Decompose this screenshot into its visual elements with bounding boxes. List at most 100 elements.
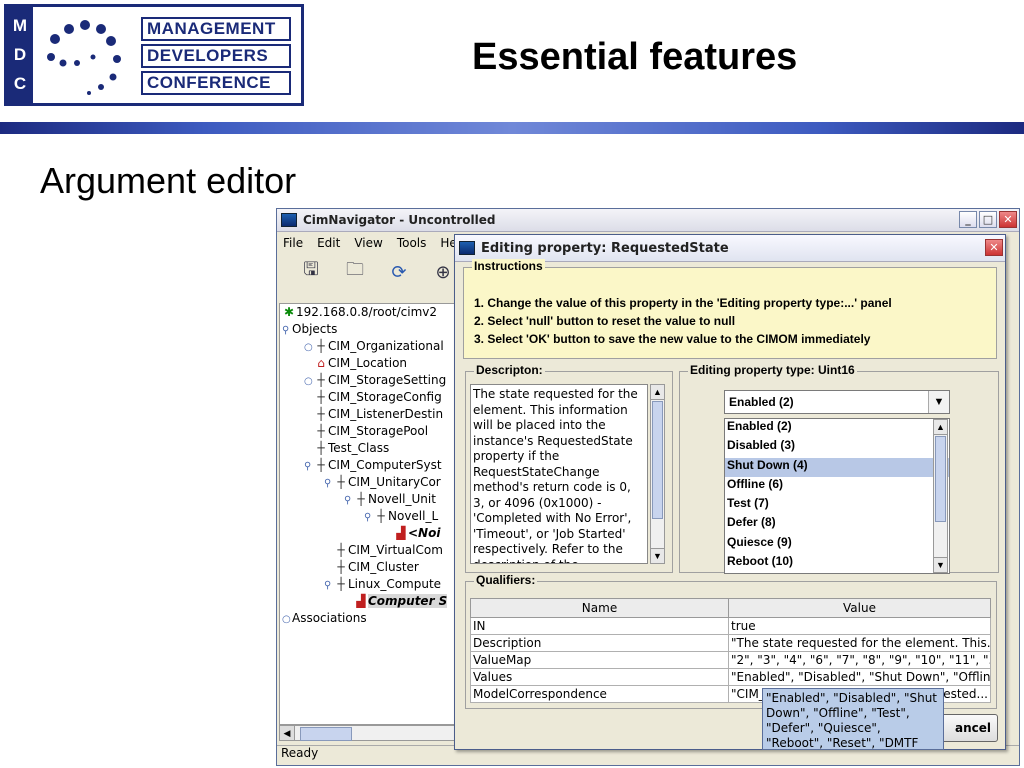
class-icon: ┼: [317, 441, 325, 455]
description-panel: Descripton: The state requested for the …: [465, 363, 673, 573]
scroll-left-icon[interactable]: ◀: [280, 726, 295, 740]
qualifiers-label: Qualifiers:: [474, 573, 538, 587]
object-tree[interactable]: ✱ 192.168.0.8/root/cimv2 ⚲ Objects ○ ┼ CIM_O…: [279, 303, 463, 725]
logo-words: MANAGEMENT DEVELOPERS CONFERENCE: [141, 17, 291, 98]
tree-item[interactable]: ⚲ Objects: [280, 321, 462, 338]
option-disabled[interactable]: Disabled (3): [725, 438, 949, 457]
dialog-title: Editing property: RequestedState: [481, 240, 729, 256]
chevron-down-icon[interactable]: ▼: [928, 391, 949, 413]
tree-item[interactable]: ⚲ ┼ Novell_L: [280, 508, 462, 525]
open-folder-icon[interactable]: 🗀: [343, 259, 367, 283]
logo-word-developers: DEVELOPERS: [141, 44, 291, 68]
class-icon: ┼: [377, 509, 385, 523]
expanded-node-icon[interactable]: ⚲: [282, 322, 292, 339]
main-titlebar[interactable]: CimNavigator - Uncontrolled _ □ ✕: [277, 209, 1019, 232]
refresh-icon[interactable]: ⟳: [387, 261, 411, 283]
menu-tools[interactable]: Tools: [397, 236, 427, 250]
dialog-close-button[interactable]: ✕: [985, 239, 1003, 256]
menu-file[interactable]: File: [283, 236, 303, 250]
instruction-line: 2. Select 'null' button to reset the val…: [474, 314, 736, 328]
class-icon: ┼: [317, 339, 325, 353]
value-options-list[interactable]: Enabled (2) Disabled (3) Shut Down (4) O…: [724, 418, 950, 574]
column-header-name[interactable]: Name: [470, 598, 729, 618]
instructions-label: Instructions: [472, 259, 545, 273]
tree-horizontal-scrollbar[interactable]: ◀: [279, 725, 461, 741]
menu-edit[interactable]: Edit: [317, 236, 340, 250]
tree-item[interactable]: ┼ CIM_Cluster: [280, 559, 462, 576]
minimize-button[interactable]: _: [959, 211, 977, 228]
instance-icon: ▟: [356, 594, 366, 608]
option-enabled[interactable]: Enabled (2): [725, 419, 949, 438]
logo-letter-m: M: [12, 15, 28, 35]
class-icon: ┼: [337, 543, 345, 557]
option-offline[interactable]: Offline (6): [725, 477, 949, 496]
tree-item[interactable]: ┼ CIM_StoragePool: [280, 423, 462, 440]
scroll-up-icon[interactable]: ▲: [651, 385, 664, 400]
instruction-line: 1. Change the value of this property in …: [474, 296, 892, 310]
logo-letter-c: C: [13, 74, 27, 94]
tree-item[interactable]: ⌂ CIM_Location: [280, 355, 462, 372]
header-banner: [0, 122, 1024, 134]
tree-item[interactable]: ┼ CIM_VirtualCom: [280, 542, 462, 559]
class-icon: ┼: [357, 492, 365, 506]
logo-word-management: MANAGEMENT: [141, 17, 291, 41]
class-icon: ┼: [317, 407, 325, 421]
tree-item[interactable]: ┼ CIM_StorageConfig: [280, 389, 462, 406]
description-text[interactable]: The state requested for the element. Thi…: [470, 384, 648, 564]
editing-property-panel: Editing property type: Uint16 Enabled (2…: [679, 363, 999, 574]
scroll-thumb[interactable]: [300, 727, 352, 741]
table-row[interactable]: ValueMap "2", "3", "4", "6", "7", "8", "9…: [470, 651, 991, 669]
column-header-value[interactable]: Value: [728, 598, 991, 618]
logo-letter-d: D: [13, 44, 27, 64]
slide-subtitle: Argument editor: [40, 160, 297, 201]
table-row[interactable]: Description "The state requested for the …: [470, 634, 991, 652]
tree-item[interactable]: ⚲ ┼ CIM_ComputerSyst: [280, 457, 462, 474]
option-reboot[interactable]: Reboot (10): [725, 554, 949, 573]
values-tooltip: "Enabled", "Disabled", "Shut Down", "Off…: [762, 688, 944, 750]
tree-item[interactable]: ▟ <Noi: [280, 525, 462, 542]
mdc-logo: M D C MANAGEMENT DEVELOPERS CONFERENCE: [4, 4, 304, 106]
editing-type-label: Editing property type: Uint16: [688, 363, 857, 377]
network-icon: ✱: [283, 305, 295, 319]
table-row[interactable]: Values "Enabled", "Disabled", "Shut Down"…: [470, 668, 991, 686]
options-scrollbar[interactable]: ▲ ▼: [933, 419, 948, 573]
option-shut-down[interactable]: Shut Down (4): [725, 457, 949, 477]
scroll-thumb[interactable]: [652, 401, 663, 519]
option-defer[interactable]: Defer (8): [725, 515, 949, 534]
scroll-down-icon[interactable]: ▼: [651, 548, 664, 563]
scroll-down-icon[interactable]: ▼: [934, 557, 947, 572]
tree-item[interactable]: ⚲ ┼ Novell_Unit: [280, 491, 462, 508]
instance-icon: ▟: [396, 526, 406, 540]
class-icon: ┼: [317, 458, 325, 472]
tree-item[interactable]: ┼ Test_Class: [280, 440, 462, 457]
class-icon: ┼: [337, 577, 345, 591]
maximize-button[interactable]: □: [979, 211, 997, 228]
tree-item[interactable]: ○Associations: [280, 610, 462, 627]
logo-word-conference: CONFERENCE: [141, 71, 291, 95]
tree-item[interactable]: ○ ┼ CIM_Organizational: [280, 338, 462, 355]
instructions-panel: Instructions 1. Change the value of this…: [463, 259, 997, 359]
tree-item[interactable]: ✱ 192.168.0.8/root/cimv2: [280, 304, 462, 321]
tree-item[interactable]: ┼ CIM_ListenerDestin: [280, 406, 462, 423]
class-icon: ┼: [317, 373, 325, 387]
save-icon[interactable]: 🖫: [299, 259, 323, 283]
slide-title: Essential features: [472, 36, 798, 78]
class-icon: ┼: [317, 424, 325, 438]
table-row[interactable]: IN true: [470, 617, 991, 635]
scroll-thumb[interactable]: [935, 436, 946, 522]
instruction-line: 3. Select 'OK' button to save the new va…: [474, 332, 871, 346]
close-button[interactable]: ✕: [999, 211, 1017, 228]
tree-item[interactable]: ⚲ ┼ Linux_Compute: [280, 576, 462, 593]
description-scrollbar[interactable]: ▲ ▼: [650, 384, 665, 564]
value-select[interactable]: Enabled (2) ▼: [724, 390, 950, 414]
description-label: Descripton:: [474, 363, 545, 377]
option-quiesce[interactable]: Quiesce (9): [725, 535, 949, 554]
dialog-titlebar[interactable]: Editing property: RequestedState ✕: [455, 235, 1005, 262]
tree-item[interactable]: ○ ┼ CIM_StorageSetting: [280, 372, 462, 389]
tree-item[interactable]: ⚲ ┼ CIM_UnitaryCor: [280, 474, 462, 491]
menu-view[interactable]: View: [354, 236, 382, 250]
tree-item[interactable]: ▟ Computer S: [280, 593, 462, 610]
scroll-up-icon[interactable]: ▲: [934, 420, 947, 435]
zoom-icon[interactable]: ⊕: [431, 261, 455, 283]
option-test[interactable]: Test (7): [725, 496, 949, 515]
